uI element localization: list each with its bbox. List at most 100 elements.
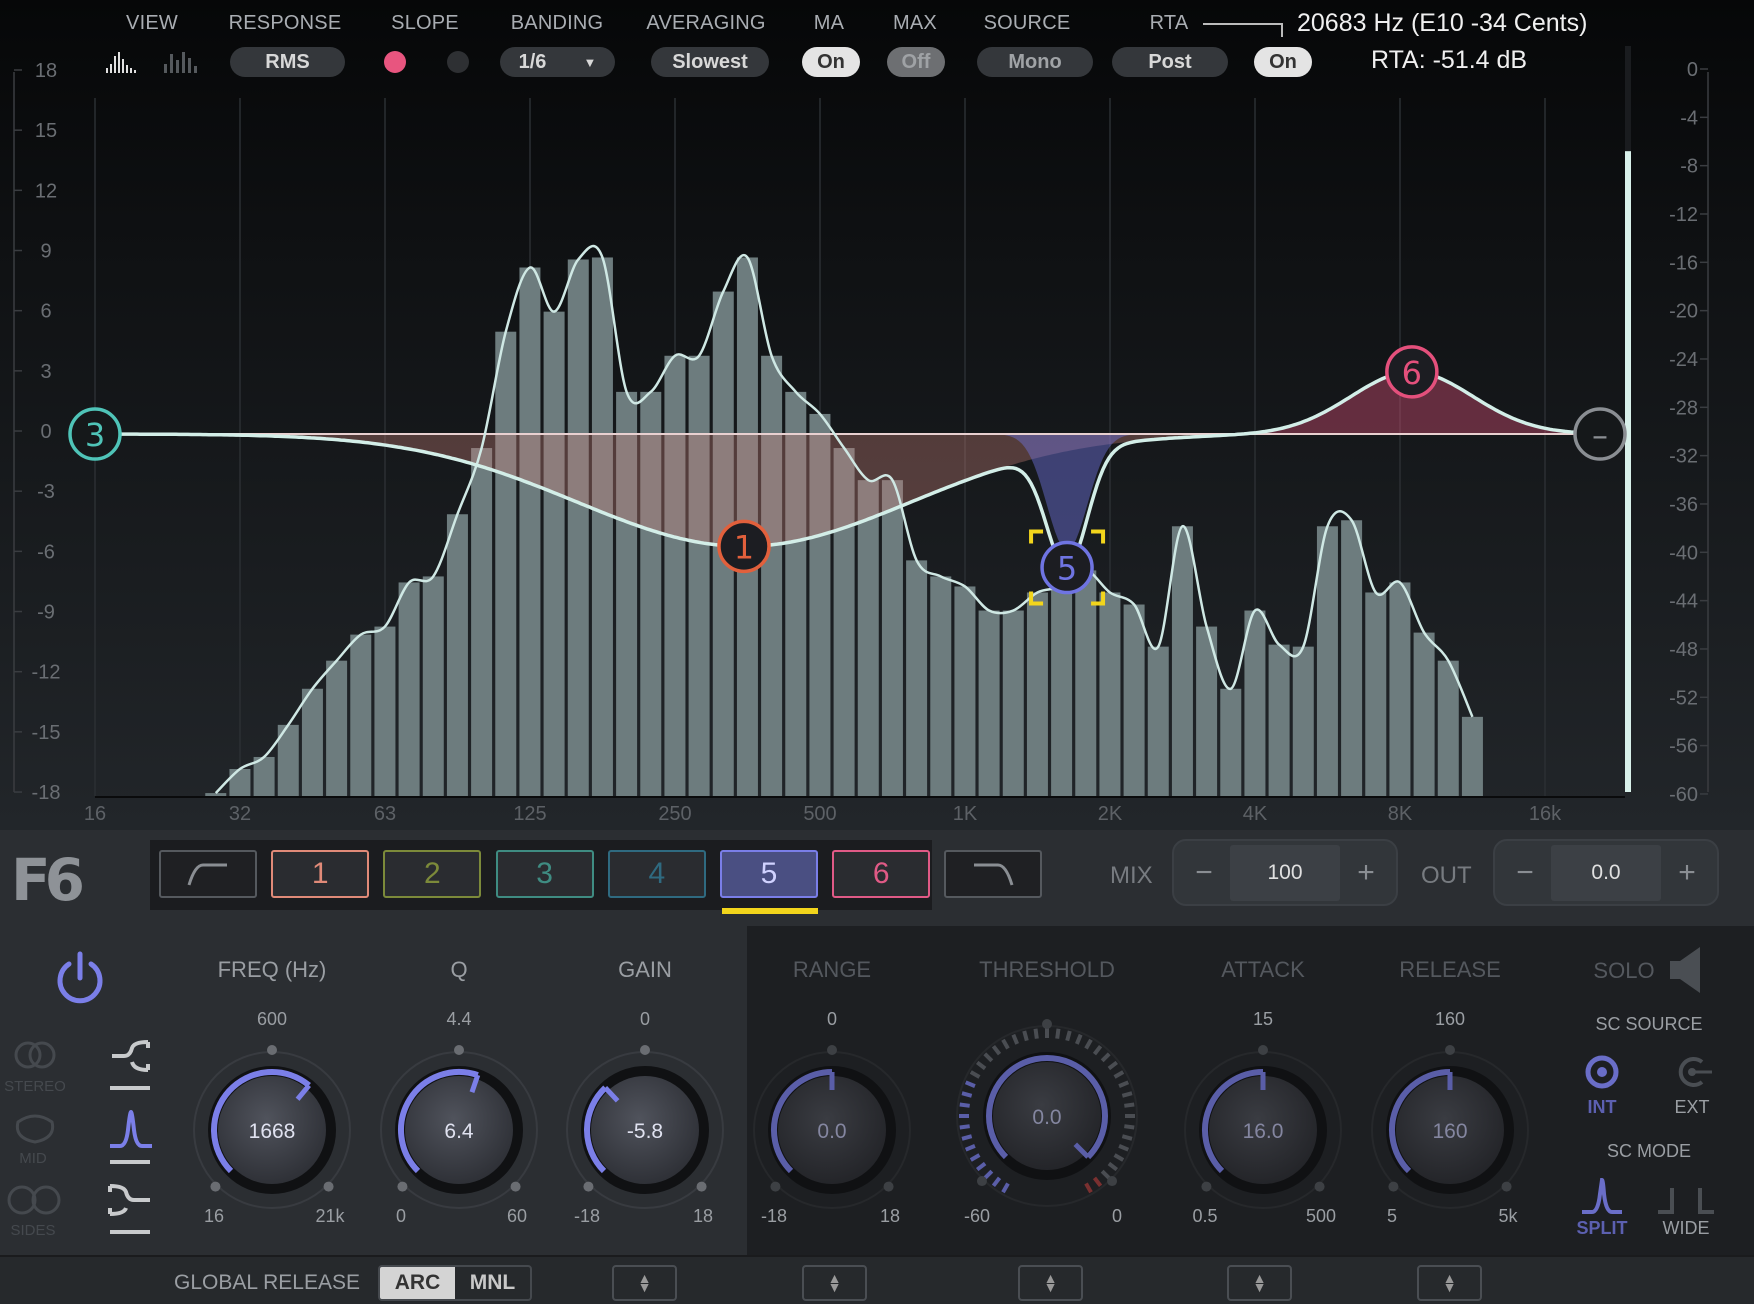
band-5-button[interactable]: 5 [720, 850, 818, 898]
sides-icon[interactable] [4, 1184, 64, 1216]
mix-value-field[interactable]: 100 [1230, 844, 1340, 901]
max-label: MAX [893, 12, 937, 34]
out-decrement-button[interactable]: − [1499, 845, 1551, 901]
rta-bar [567, 259, 589, 796]
attack-mode-spinner[interactable]: ▲ ▼ [1227, 1265, 1292, 1301]
rta-mode-button[interactable]: Post [1112, 47, 1228, 77]
threshold-mode-spinner[interactable]: ▲ ▼ [1018, 1265, 1083, 1301]
knob[interactable]: 0.0 [937, 1006, 1157, 1226]
rta-bar [1437, 660, 1459, 796]
rta-bar [1171, 526, 1193, 796]
out-increment-button[interactable]: + [1661, 845, 1713, 901]
high-shelf-filter-icon[interactable] [108, 1180, 154, 1236]
source-button[interactable]: Mono [977, 47, 1093, 77]
db-tick-label: -3 [37, 481, 55, 503]
eq-node-–[interactable]: – [1573, 407, 1627, 461]
db-tick-label: -18 [32, 782, 61, 804]
knob-value[interactable]: 1668 [249, 1120, 296, 1143]
band-2-button[interactable]: 2 [383, 850, 482, 898]
db-tick-label: 15 [35, 120, 57, 142]
rta-bar [1002, 610, 1024, 796]
out-stepper: − 0.0 + [1493, 839, 1719, 906]
out-value-field[interactable]: 0.0 [1551, 844, 1661, 901]
threshold-tick [983, 1052, 994, 1063]
sc-int-icon[interactable] [1584, 1054, 1620, 1090]
band-3-button[interactable]: 3 [495, 850, 594, 898]
band-1-button[interactable]: 1 [271, 850, 370, 898]
knob-value[interactable]: 16.0 [1243, 1120, 1284, 1143]
db-tick-label: -15 [32, 722, 61, 744]
ma-toggle[interactable]: On [802, 47, 860, 77]
sc-split-icon[interactable] [1580, 1177, 1624, 1214]
spectrum-peaks-icon[interactable] [162, 50, 200, 74]
ma-label: MA [813, 12, 845, 34]
lowcut-band-button[interactable] [159, 850, 257, 898]
threshold-tick [1065, 1030, 1072, 1042]
eq-node-3[interactable]: 3 [68, 407, 122, 461]
knob-value[interactable]: 0.0 [817, 1120, 846, 1143]
rta-bar [374, 626, 396, 796]
knob-value[interactable]: 160 [1432, 1120, 1467, 1143]
max-toggle[interactable]: Off [887, 47, 945, 77]
knob-label: Q [450, 957, 468, 982]
knob[interactable]: 0.0 [722, 1020, 942, 1240]
sc-wide-label[interactable]: WIDE [1663, 1218, 1710, 1239]
eq-node-6[interactable]: 6 [1385, 345, 1439, 399]
knob-value[interactable]: -5.8 [627, 1120, 663, 1143]
solo-speaker-icon[interactable] [1668, 945, 1704, 995]
mnl-button[interactable]: MNL [455, 1267, 530, 1299]
threshold-tick [1084, 1038, 1093, 1050]
sc-split-label[interactable]: SPLIT [1576, 1218, 1627, 1239]
response-button[interactable]: RMS [230, 47, 345, 77]
knob-value[interactable]: 6.4 [444, 1120, 474, 1143]
knob-marker-dot [1445, 1045, 1455, 1055]
range-mode-spinner[interactable]: ▲ ▼ [802, 1265, 867, 1301]
rta-bar [1147, 646, 1169, 796]
mix-increment-button[interactable]: + [1340, 845, 1392, 901]
band-power-icon[interactable] [52, 950, 108, 1006]
band-4-button[interactable]: 4 [607, 850, 706, 898]
knob-label: FREQ (Hz) [217, 957, 327, 982]
rta-bar [1461, 716, 1483, 796]
rta-bar [495, 331, 517, 796]
freq-tick-label: 16 [84, 803, 106, 825]
bell-filter-icon[interactable] [108, 1104, 154, 1168]
rta-bar [1365, 592, 1387, 796]
release-mode-spinner[interactable]: ▲ ▼ [1417, 1265, 1482, 1301]
highcut-band-button[interactable] [944, 850, 1043, 898]
sc-ext-label[interactable]: EXT [1674, 1097, 1709, 1118]
view-label: VIEW [126, 12, 178, 34]
mix-decrement-button[interactable]: − [1178, 845, 1230, 901]
spectrum-bars-icon[interactable] [104, 50, 142, 74]
sc-wide-icon[interactable] [1654, 1184, 1718, 1214]
output-meter-fill [1625, 151, 1631, 792]
response-label: RESPONSE [228, 12, 342, 34]
threshold-tick [975, 1060, 987, 1071]
band-6-button[interactable]: 6 [832, 850, 931, 898]
averaging-button[interactable]: Slowest [651, 47, 769, 77]
threshold-tick [1075, 1033, 1083, 1045]
rta-bar [1123, 604, 1145, 796]
low-shelf-filter-icon[interactable] [108, 1036, 154, 1092]
rta-toggle[interactable]: On [1254, 47, 1312, 77]
knob-marker-dot [976, 1176, 987, 1187]
mid-icon[interactable] [10, 1112, 60, 1146]
freq-tick-label: 250 [658, 803, 691, 825]
knob-value[interactable]: 0.0 [1032, 1106, 1061, 1129]
arc-button[interactable]: ARC [380, 1267, 455, 1299]
slope-option-1[interactable] [384, 51, 406, 73]
knob-marker-dot [454, 1045, 464, 1055]
banding-dropdown[interactable]: 1/6 ▼ [500, 47, 615, 77]
sc-ext-icon[interactable] [1674, 1054, 1714, 1090]
rta-label: RTA [1149, 12, 1189, 34]
stereo-label: STEREO [4, 1078, 66, 1095]
eq-node-1[interactable]: 1 [717, 519, 771, 574]
meter-tick-label: -4 [1680, 107, 1698, 129]
slope-option-2[interactable] [447, 51, 469, 73]
gain-mode-spinner[interactable]: ▲ ▼ [612, 1265, 677, 1301]
threshold-tick [964, 1144, 976, 1152]
stereo-icon[interactable] [10, 1040, 60, 1070]
eq-graph[interactable]: 16 32 63 125 250 500 1K 2K 4K 8K 16k1815129630-3-6… [0, 0, 1754, 830]
sc-int-label[interactable]: INT [1588, 1097, 1617, 1118]
knob[interactable]: 160 [1340, 1020, 1560, 1240]
